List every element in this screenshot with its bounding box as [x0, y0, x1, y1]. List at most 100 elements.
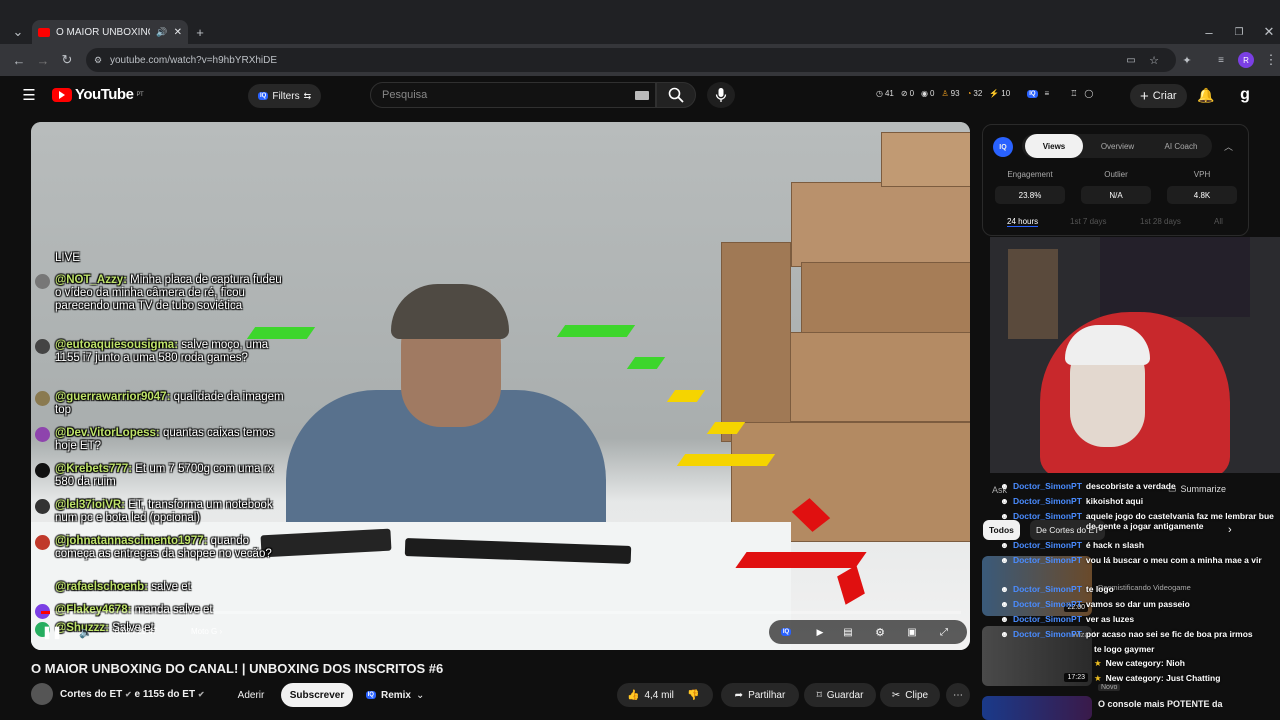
clip-button[interactable]: ✂ Clipe [880, 683, 940, 707]
side-chat-message: ☻ Doctor_SimonPT aquele jogo do castelvani… [1000, 511, 1274, 531]
voice-search-button[interactable] [707, 82, 735, 108]
subtitles-button[interactable]: ▤ [839, 624, 857, 640]
range-7d[interactable]: 1st 7 days [1070, 217, 1106, 226]
volume-button[interactable]: 🔈 [77, 624, 95, 640]
collapse-chevron-icon[interactable]: ︿ [1224, 140, 1233, 153]
speaker-icon[interactable]: 🔊 [156, 27, 167, 38]
chat-bubble-icon[interactable]: ◯ [1084, 89, 1093, 98]
share-button[interactable]: ➦ Partilhar [721, 683, 799, 707]
channel-avatar[interactable] [31, 683, 53, 705]
reload-icon[interactable]: ↻ [58, 51, 76, 69]
filters-button[interactable]: IQ Filters ⇆ [248, 84, 322, 108]
create-button[interactable]: + Criar [1130, 84, 1187, 108]
progress-fill [41, 611, 51, 614]
site-info-icon[interactable]: ⚙ [94, 55, 102, 66]
address-bar[interactable]: ⚙ youtube.com/watch?v=h9hbYRXhiDE [86, 48, 1176, 72]
close-window-icon[interactable]: ✕ [1260, 23, 1278, 41]
tab-overview[interactable]: Overview [1090, 134, 1145, 158]
more-actions-button[interactable]: ⋯ [946, 683, 970, 707]
list-icon[interactable]: ≡ [1045, 89, 1050, 98]
new-tab-icon[interactable]: + [191, 23, 209, 41]
search-input[interactable]: Pesquisa [370, 82, 656, 108]
autoplay-icon: ▶ [816, 626, 824, 637]
user-icon: ♙ [941, 89, 949, 98]
join-button[interactable]: Aderir [229, 683, 273, 707]
stat-item: ⊘ 0 [900, 89, 915, 98]
eye-off-icon: ⊘ [900, 89, 908, 98]
recommendation-title[interactable]: O console mais POTENTE da [1098, 699, 1223, 709]
thumbs-down-icon[interactable]: 👎 [687, 690, 699, 701]
like-button[interactable]: 👍 4,4 mil [627, 690, 674, 701]
sliders-icon: ⇆ [303, 90, 312, 101]
thumbs-up-icon: 👍 [627, 689, 640, 701]
remix-label: Remix [380, 689, 411, 701]
scissors-icon: ✂ [891, 689, 901, 701]
tab-search-icon[interactable]: ⌄ [9, 23, 27, 41]
fullscreen-button[interactable]: ⤢ [935, 624, 953, 640]
player-controls: IQ ▶ ▤ ⚙ ▣ ⤢ [769, 620, 967, 644]
vidiq-player-button[interactable]: IQ [777, 624, 795, 640]
forward-icon[interactable]: → [34, 51, 52, 69]
miniplayer-button[interactable]: ▣ [903, 624, 921, 640]
chat-badge-icon: ☻ [1000, 481, 1009, 491]
trophy-icon[interactable]: ♖ [1070, 89, 1077, 98]
hamburger-menu-icon[interactable]: ☰ [20, 86, 38, 104]
youtube-logo[interactable]: YouTube PT [52, 86, 144, 103]
range-28d[interactable]: 1st 28 days [1140, 217, 1181, 226]
more-icon: ⋯ [953, 689, 963, 701]
save-button[interactable]: ⌑ Guardar [804, 683, 876, 707]
verified-icon: ✔ [197, 690, 205, 699]
miniplayer-icon: ▣ [907, 626, 917, 638]
video-player[interactable]: LIVE @NOT_Azzy: Minha placa de captura f… [31, 122, 970, 650]
progress-bar[interactable] [41, 611, 961, 614]
back-icon[interactable]: ← [10, 51, 28, 69]
account-avatar-icon[interactable]: g [1236, 86, 1254, 104]
side-chat-message: ☻ Doctor_SimonPT por acaso nao sei se fic … [1000, 629, 1253, 639]
profile-avatar[interactable]: R [1238, 52, 1254, 68]
channel-names[interactable]: Cortes do ET ✔ e 1155 do ET ✔ [60, 689, 205, 700]
overlay-arrow [246, 327, 316, 339]
search-button[interactable] [656, 82, 696, 108]
browser-tab[interactable]: O MAIOR UNBOXING DO C... 🔊 ✕ [32, 20, 188, 44]
youtube-favicon-icon [38, 27, 50, 37]
remix-button[interactable]: IQ Remix ⌄ [360, 683, 430, 707]
subtitles-icon: ▤ [843, 626, 853, 638]
settings-button[interactable]: ⚙ [871, 624, 889, 640]
like-dislike-group: 👍 4,4 mil 👎 [617, 683, 713, 707]
browser-menu-icon[interactable]: ⋮ [1262, 51, 1280, 69]
overlay-chat-message: @NOT_Azzy: Minha placa de captura fudeu … [35, 274, 285, 313]
recommendation-thumbnail[interactable] [982, 696, 1092, 720]
eye-icon: ◉ [921, 89, 929, 98]
cast-icon[interactable]: ▭ [1122, 51, 1140, 69]
tab-ai-coach[interactable]: AI Coach [1152, 134, 1210, 158]
vidiq-icon[interactable]: IQ [1027, 89, 1038, 98]
bookmark-star-icon[interactable]: ☆ [1145, 51, 1163, 69]
gear-icon: ⚙ [875, 626, 885, 639]
vidiq-icon: IQ [780, 628, 792, 636]
side-chat-message: ☻ Doctor_SimonPT ver as luzes [1000, 614, 1135, 624]
video-title: O MAIOR UNBOXING DO CANAL! | UNBOXING DO… [31, 661, 444, 676]
autoplay-toggle[interactable]: ▶ [811, 624, 829, 640]
bolt-icon: ⚡ [989, 89, 1000, 98]
restore-icon[interactable]: ❐ [1230, 23, 1248, 41]
subscribe-button[interactable]: Subscrever [281, 683, 353, 707]
range-24h[interactable]: 24 hours [1007, 217, 1039, 227]
keyboard-icon[interactable] [635, 91, 649, 100]
chapter-button[interactable]: Moto G › [191, 627, 222, 636]
media-icon[interactable]: ≡ [1212, 51, 1230, 69]
tab-views[interactable]: Views [1025, 134, 1083, 158]
tab-title: O MAIOR UNBOXING DO C... [56, 26, 151, 38]
metric-label: VPH [1193, 170, 1211, 179]
notifications-bell-icon[interactable]: 🔔 [1197, 86, 1215, 104]
range-all[interactable]: All [1214, 217, 1223, 226]
minimize-icon[interactable]: – [1200, 23, 1218, 41]
duration-badge: 17:23 [1064, 673, 1088, 682]
extensions-icon[interactable]: ✦ [1178, 51, 1196, 69]
overlay-arrow [556, 325, 636, 337]
fullscreen-icon: ⤢ [940, 626, 948, 638]
overlay-arrow [735, 552, 867, 568]
plus-icon: + [1140, 87, 1149, 105]
side-chat-message: ☻ Doctor_SimonPT é hack n slash [1000, 540, 1145, 550]
pause-button[interactable]: ❚❚ [42, 624, 62, 640]
close-tab-icon[interactable]: ✕ [174, 27, 182, 38]
